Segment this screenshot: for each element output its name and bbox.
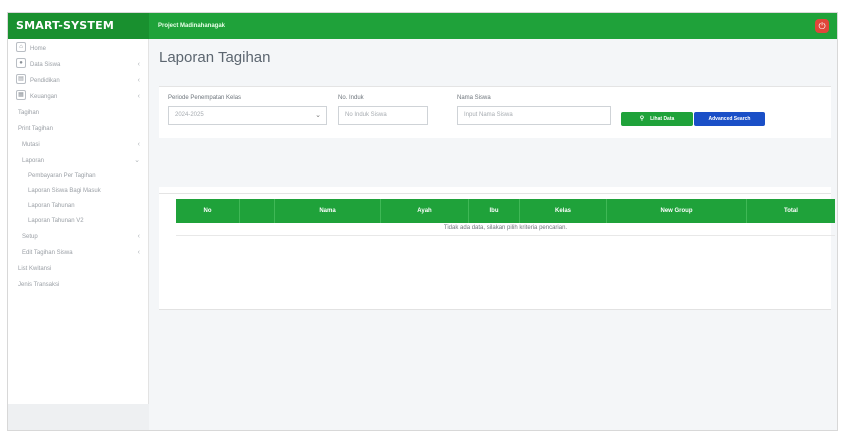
col-no[interactable]: No: [176, 199, 240, 223]
chevron-icon: ‹: [137, 93, 140, 100]
grid-icon: ▦: [16, 90, 26, 101]
chevron-icon: ‹: [137, 77, 140, 84]
project-name: Project Madinahanagak: [158, 23, 226, 29]
divider: [176, 235, 835, 236]
sidebar: ⌂ Home ● Data Siswa ‹ ▤ Pendidikan ‹ ▦ Keuanga…: [8, 39, 149, 430]
brand-logo[interactable]: SMART-SYSTEM: [8, 13, 149, 39]
sidebar-item-label: Keuangan: [30, 94, 58, 100]
sidebar-item-label: Laporan Tahunan: [28, 203, 75, 209]
top-navbar: SMART-SYSTEM Project Madinahanagak ⏻: [8, 13, 837, 39]
user-icon: ●: [16, 58, 26, 69]
sidebar-item-setup[interactable]: Setup ‹: [8, 229, 148, 245]
advanced-search-label: Advanced Search: [708, 116, 751, 122]
sidebar-item-laporan[interactable]: Laporan ⌄: [8, 153, 148, 169]
col-nama[interactable]: Nama: [275, 199, 381, 223]
sidebar-menu: ⌂ Home ● Data Siswa ‹ ▤ Pendidikan ‹ ▦ Keuanga…: [8, 39, 148, 293]
chevron-down-icon: ⌄: [134, 157, 140, 164]
chevron-icon: ‹: [137, 249, 140, 256]
results-panel: No Nama Ayah Ibu Kelas New Group Total T…: [159, 187, 835, 310]
sidebar-item-list-kwitansi[interactable]: List Kwitansi: [8, 261, 148, 277]
advanced-search-button[interactable]: Advanced Search: [694, 112, 765, 126]
sidebar-item-label: Data Siswa: [30, 62, 61, 68]
sidebar-item-laporan-siswa[interactable]: Laporan Siswa Bagi Masuk: [8, 184, 138, 199]
period-field: Periode Penempatan Kelas 2024-2025 ⌄: [168, 95, 327, 125]
sidebar-item-tagihan[interactable]: Tagihan: [8, 105, 148, 121]
name-label: Nama Siswa: [457, 95, 491, 101]
chevron-icon: ‹: [137, 61, 140, 68]
power-icon[interactable]: ⏻: [815, 19, 829, 33]
sidebar-item-label: Laporan Siswa Bagi Masuk: [28, 188, 101, 194]
nis-input[interactable]: No Induk Siswa: [338, 106, 428, 125]
page-title: Laporan Tagihan: [159, 49, 271, 66]
sidebar-item-label: List Kwitansi: [18, 266, 52, 272]
sidebar-footer: [8, 404, 149, 430]
sidebar-item-label: Tagihan: [18, 110, 40, 116]
view-data-label: Lihat Data: [650, 116, 675, 122]
sidebar-item-label: Pembayaran Per Tagihan: [28, 173, 96, 179]
sidebar-item-home[interactable]: ⌂ Home: [8, 41, 148, 57]
sidebar-item-laporan-tahunan-v2[interactable]: Laporan Tahunan V2: [8, 214, 138, 229]
view-data-button[interactable]: ⚲ Lihat Data: [621, 112, 693, 126]
sidebar-item-mutasi[interactable]: Mutasi ‹: [8, 137, 148, 153]
period-label: Periode Penempatan Kelas: [168, 95, 242, 101]
col-new-group[interactable]: New Group: [607, 199, 747, 223]
sidebar-item-pendidikan[interactable]: ▤ Pendidikan ‹: [8, 73, 148, 89]
col-kelas[interactable]: Kelas: [520, 199, 607, 223]
app-window: SMART-SYSTEM Project Madinahanagak ⏻ ⌂ Ho…: [7, 12, 838, 431]
nis-placeholder: No Induk Siswa: [345, 112, 387, 118]
empty-message: Tidak ada data, silakan pilih kriteria p…: [443, 225, 568, 231]
name-field: Nama Siswa Input Nama Siswa: [457, 95, 611, 125]
sidebar-item-label: Pendidikan: [30, 78, 60, 84]
chevron-down-icon: ⌄: [315, 112, 321, 119]
nis-label: No. Induk: [338, 95, 364, 101]
book-icon: ▤: [16, 74, 26, 85]
sidebar-item-laporan-tahunan[interactable]: Laporan Tahunan: [8, 199, 138, 214]
nis-field: No. Induk No Induk Siswa: [338, 95, 428, 125]
sidebar-item-data-siswa[interactable]: ● Data Siswa ‹: [8, 57, 148, 73]
sidebar-item-keuangan[interactable]: ▦ Keuangan ‹: [8, 89, 148, 105]
sidebar-item-edit-tagihan[interactable]: Edit Tagihan Siswa ‹: [8, 245, 148, 261]
name-input[interactable]: Input Nama Siswa: [457, 106, 611, 125]
home-icon: ⌂: [16, 42, 26, 53]
sidebar-item-pembayaran-per-tagihan[interactable]: Pembayaran Per Tagihan: [8, 169, 138, 184]
sidebar-item-label: Jenis Transaksi: [18, 282, 60, 288]
sidebar-item-label: Laporan Tahunan V2: [28, 218, 84, 224]
sidebar-item-label: Edit Tagihan Siswa: [22, 250, 73, 256]
col-total[interactable]: Total: [747, 199, 835, 223]
sidebar-item-label: Laporan: [22, 158, 45, 164]
chevron-icon: ‹: [137, 233, 140, 240]
sidebar-item-label: Print Tagihan: [18, 126, 53, 132]
sidebar-item-jenis-transaksi[interactable]: Jenis Transaksi: [8, 277, 148, 293]
period-select[interactable]: 2024-2025 ⌄: [168, 106, 327, 125]
table-header: No Nama Ayah Ibu Kelas New Group Total: [176, 199, 835, 223]
col-ibu[interactable]: Ibu: [469, 199, 520, 223]
sidebar-item-label: Setup: [22, 234, 38, 240]
period-value: 2024-2025: [175, 112, 204, 118]
main-content: Laporan Tagihan Periode Penempatan Kelas…: [149, 39, 837, 430]
chevron-icon: ‹: [137, 141, 140, 148]
search-icon: ⚲: [639, 116, 645, 122]
sidebar-item-label: Home: [30, 46, 47, 52]
sidebar-item-print-tagihan[interactable]: Print Tagihan: [8, 121, 148, 137]
col-ayah[interactable]: Ayah: [381, 199, 469, 223]
search-panel: Periode Penempatan Kelas 2024-2025 ⌄ No.…: [159, 86, 831, 138]
name-placeholder: Input Nama Siswa: [464, 112, 513, 118]
col-blank[interactable]: [240, 199, 275, 223]
sidebar-item-label: Mutasi: [22, 142, 40, 148]
